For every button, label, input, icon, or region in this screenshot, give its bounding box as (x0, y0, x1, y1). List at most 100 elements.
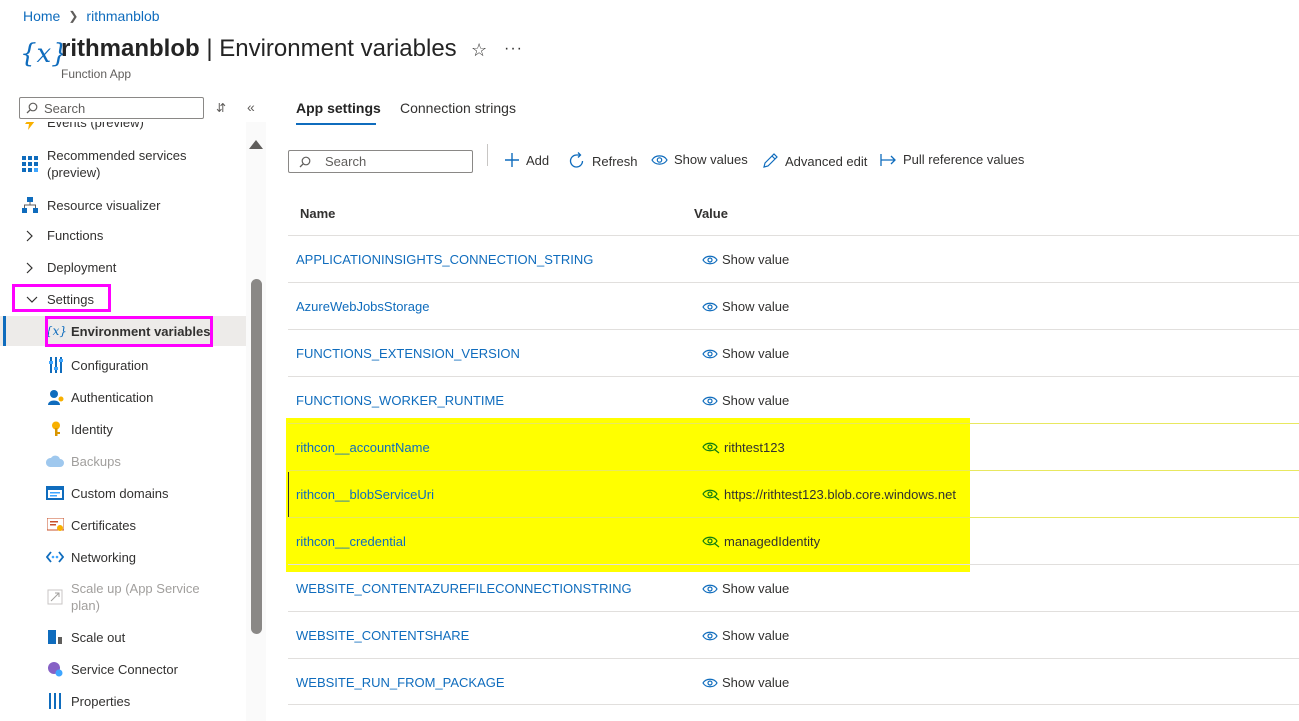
star-icon[interactable]: ☆ (471, 40, 487, 61)
setting-name-link[interactable]: WEBSITE_RUN_FROM_PACKAGE (296, 675, 505, 690)
advanced-edit-button[interactable]: Advanced edit (761, 152, 867, 170)
more-icon[interactable]: ··· (504, 40, 523, 58)
setting-name-link[interactable]: AzureWebJobsStorage (296, 299, 429, 314)
advanced-edit-label: Advanced edit (785, 153, 868, 169)
sidebar-item-label: Configuration (71, 358, 149, 373)
network-icon (46, 548, 64, 566)
setting-name-link[interactable]: rithcon__accountName (296, 440, 430, 455)
row-focus-indicator (288, 472, 289, 518)
settings-search-input[interactable]: Search (288, 150, 473, 173)
sidebar-item-label: Recommended services (preview) (47, 148, 187, 180)
column-header-name[interactable]: Name (300, 206, 335, 221)
eye-icon (702, 255, 718, 264)
tab-connection-strings[interactable]: Connection strings (400, 100, 516, 116)
add-button[interactable]: Add (504, 152, 549, 168)
page-title: rithmanblob | Environment variables (61, 35, 457, 63)
properties-icon (46, 692, 64, 710)
sidebar-item-label: Authentication (71, 390, 154, 405)
sidebar-item-properties[interactable]: Properties (0, 690, 246, 712)
sidebar-item-service-connector[interactable]: Service Connector (0, 658, 246, 680)
setting-name-link[interactable]: FUNCTIONS_EXTENSION_VERSION (296, 346, 520, 361)
resource-name: rithmanblob (61, 35, 200, 62)
sort-icon[interactable]: ⇵ (216, 101, 226, 115)
show-value-label: Show value (722, 675, 790, 690)
refresh-icon (568, 152, 586, 170)
eye-icon (702, 349, 718, 358)
sidebar-item-authentication[interactable]: Authentication (0, 386, 246, 408)
sidebar-item-scale-out[interactable]: Scale out (0, 626, 246, 648)
scroll-up-icon[interactable] (249, 140, 263, 149)
key-icon (47, 420, 65, 438)
scale-out-icon (46, 628, 64, 646)
setting-name-link[interactable]: rithcon__credential (296, 534, 406, 549)
sidebar-item-resource-visualizer[interactable]: Resource visualizer (0, 194, 246, 216)
sidebar-item-label: Service Connector (71, 662, 178, 677)
setting-name-link[interactable]: FUNCTIONS_WORKER_RUNTIME (296, 393, 504, 408)
show-value-button[interactable]: Show value (702, 628, 789, 643)
hide-value-button[interactable]: rithtest123 (702, 440, 785, 455)
sidebar-item-certificates[interactable]: Certificates (0, 514, 246, 536)
refresh-button[interactable]: Refresh (568, 152, 638, 170)
sidebar-search-placeholder: Search (44, 100, 86, 116)
pull-reference-values-label: Pull reference values (903, 152, 1025, 167)
sidebar-search-input[interactable]: Search (19, 97, 204, 119)
breadcrumb-resource-link[interactable]: rithmanblob (86, 8, 159, 24)
setting-name-link[interactable]: rithcon__blobServiceUri (296, 487, 434, 502)
arrow-to-right-icon (880, 153, 897, 167)
show-value-button[interactable]: Show value (702, 393, 789, 408)
search-icon (299, 156, 311, 167)
show-value-label: Show value (722, 346, 790, 361)
sidebar-item-scale-up[interactable]: Scale up (App Service plan) (0, 578, 246, 618)
show-value-button[interactable]: Show value (702, 299, 789, 314)
sidebar-item-functions[interactable]: Functions (0, 224, 246, 246)
sidebar-item-recommended-services[interactable]: Recommended services (preview) (0, 145, 246, 183)
sidebar-item-label: Networking (71, 550, 137, 565)
page-name: Environment variables (219, 35, 457, 62)
show-value-label: Show value (722, 252, 790, 267)
hide-value-button[interactable]: managedIdentity (702, 534, 820, 549)
hide-value-button[interactable]: https://rithtest123.blob.core.windows.ne… (702, 487, 956, 502)
sidebar-item-custom-domains[interactable]: Custom domains (0, 482, 246, 504)
table-row: WEBSITE_CONTENTAZUREFILECONNECTIONSTRING… (288, 564, 1299, 611)
collapse-sidebar-icon[interactable]: « (247, 99, 255, 115)
sliders-icon (47, 356, 65, 374)
chevron-right-icon (21, 227, 39, 245)
eye-icon (702, 678, 718, 687)
show-value-button[interactable]: Show value (702, 346, 789, 361)
setting-value: rithtest123 (724, 440, 785, 455)
bolt-icon (21, 122, 39, 132)
show-values-label: Show values (674, 152, 748, 167)
chevron-right-icon (21, 259, 39, 277)
setting-name-link[interactable]: WEBSITE_CONTENTAZUREFILECONNECTIONSTRING (296, 581, 632, 596)
table-row: rithcon__accountName rithtest123 (288, 423, 1299, 470)
show-value-button[interactable]: Show value (702, 581, 789, 596)
sidebar-item-configuration[interactable]: Configuration (0, 354, 246, 376)
tab-app-settings[interactable]: App settings (296, 100, 381, 116)
grid-icon (21, 155, 39, 173)
sidebar-item-label: Identity (71, 422, 113, 437)
show-value-button[interactable]: Show value (702, 252, 789, 267)
pull-reference-values-button[interactable]: Pull reference values (880, 152, 1024, 167)
eye-icon (702, 396, 718, 405)
add-label: Add (526, 152, 550, 168)
breadcrumb-home-link[interactable]: Home (23, 8, 60, 24)
sidebar-scrollbar-thumb[interactable] (251, 279, 262, 634)
title-separator: | (199, 35, 220, 62)
sidebar-item-identity[interactable]: Identity (0, 418, 246, 440)
show-value-button[interactable]: Show value (702, 675, 789, 690)
hierarchy-icon (21, 196, 39, 214)
setting-name-link[interactable]: WEBSITE_CONTENTSHARE (296, 628, 469, 643)
sidebar-item-backups[interactable]: Backups (0, 450, 246, 472)
sidebar-item-deployment[interactable]: Deployment (0, 256, 246, 278)
sidebar-item-events[interactable]: Events (preview) (0, 122, 246, 134)
setting-name-link[interactable]: APPLICATIONINSIGHTS_CONNECTION_STRING (296, 252, 593, 267)
column-header-value[interactable]: Value (694, 206, 728, 221)
active-tab-indicator (296, 123, 376, 125)
eye-icon (651, 154, 668, 166)
setting-value: managedIdentity (724, 534, 821, 549)
sidebar-item-networking[interactable]: Networking (0, 546, 246, 568)
show-values-button[interactable]: Show values (651, 152, 748, 167)
connector-icon (46, 660, 64, 678)
sidebar-item-label: Scale out (71, 630, 126, 645)
eye-off-icon (702, 489, 720, 501)
